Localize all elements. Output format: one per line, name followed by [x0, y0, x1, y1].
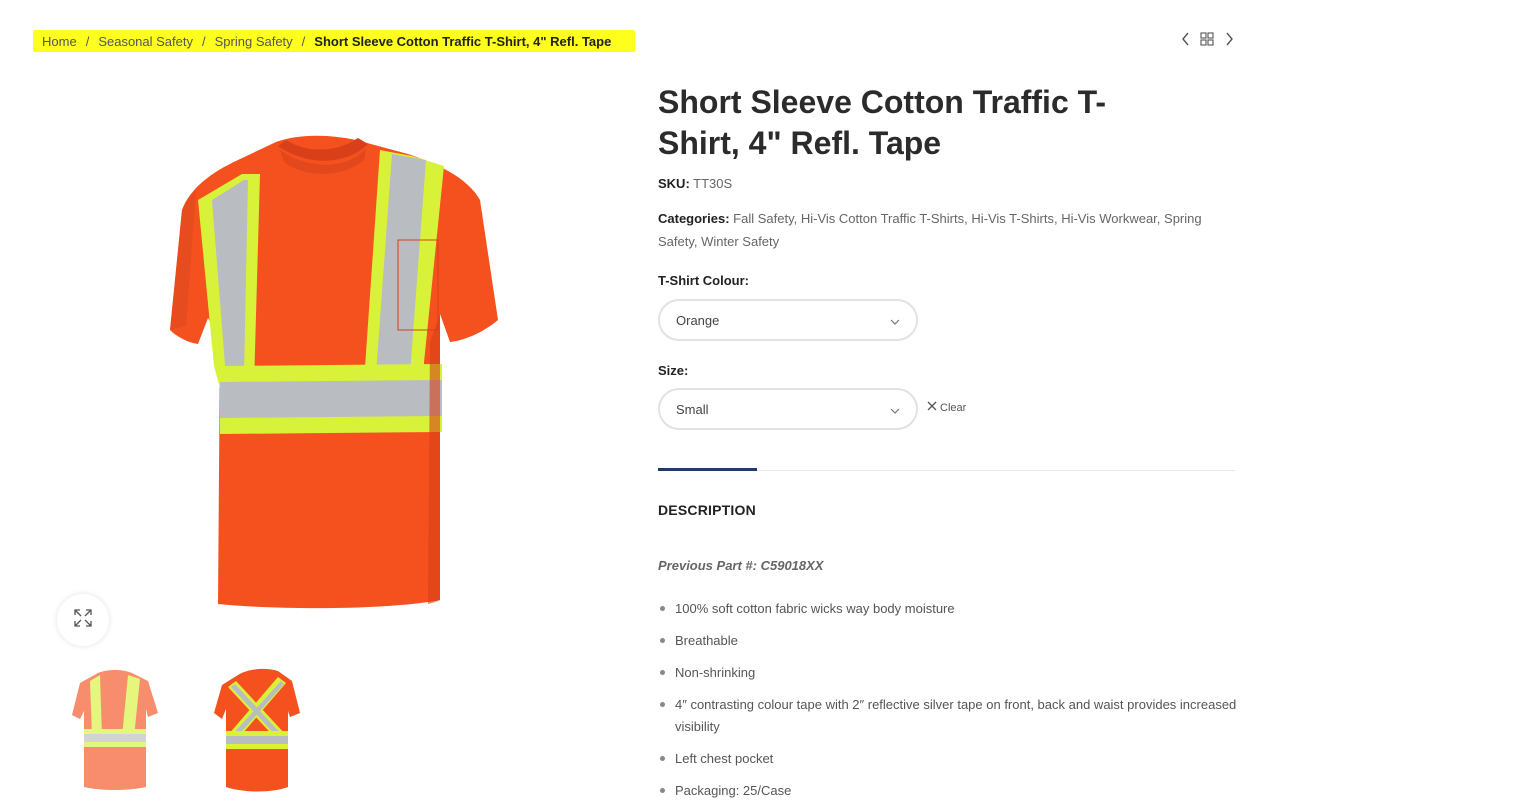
- list-item: Left chest pocket: [658, 748, 1238, 770]
- colour-label-text: T-Shirt Colour: [658, 273, 745, 288]
- list-item: 100% soft cotton fabric wicks way body m…: [658, 598, 1238, 620]
- thumbnail-back[interactable]: [212, 665, 302, 795]
- breadcrumb-current: Short Sleeve Cotton Traffic T-Shirt, 4" …: [314, 33, 612, 49]
- chevron-down-icon: [890, 313, 900, 328]
- expand-image-button[interactable]: [57, 594, 109, 646]
- thumbnail-front[interactable]: [70, 665, 160, 795]
- breadcrumb-separator: /: [301, 33, 306, 49]
- size-select[interactable]: Small: [658, 388, 918, 430]
- product-main-image[interactable]: [168, 130, 503, 610]
- breadcrumb-seasonal-safety[interactable]: Seasonal Safety: [98, 34, 193, 49]
- category-link[interactable]: Winter Safety: [701, 234, 779, 249]
- chevron-left-icon[interactable]: [1178, 30, 1192, 48]
- tab-active-indicator: [658, 468, 757, 471]
- list-item: Non-shrinking: [658, 662, 1238, 684]
- colour-select[interactable]: Orange: [658, 299, 918, 341]
- product-title: Short Sleeve Cotton Traffic T-Shirt, 4" …: [658, 84, 1107, 161]
- sku-value: TT30S: [693, 176, 733, 191]
- breadcrumb-separator: /: [202, 33, 206, 49]
- category-link[interactable]: Hi-Vis Workwear: [1061, 211, 1157, 226]
- clear-selection-button[interactable]: Clear: [927, 401, 966, 414]
- list-item: Breathable: [658, 630, 1238, 652]
- breadcrumb-separator: /: [85, 33, 90, 49]
- tab-description[interactable]: DESCRIPTION: [658, 502, 756, 518]
- clear-label: Clear: [940, 401, 967, 414]
- expand-icon: [74, 608, 92, 632]
- category-link[interactable]: Hi-Vis Cotton Traffic T-Shirts: [801, 211, 964, 226]
- chevron-right-icon[interactable]: [1222, 30, 1236, 48]
- size-select-value: Small: [676, 401, 709, 417]
- breadcrumb-home[interactable]: Home: [42, 34, 77, 49]
- categories: Categories: Fall Safety, Hi-Vis Cotton T…: [658, 211, 1202, 249]
- previous-part-number: Previous Part #: C59018XX: [658, 558, 824, 573]
- category-link[interactable]: Hi-Vis T-Shirts: [971, 211, 1054, 226]
- colour-label: T-Shirt Colour:: [658, 273, 750, 288]
- size-label-text: Size: [658, 363, 685, 378]
- categories-label: Categories:: [658, 211, 730, 226]
- sku: SKU: TT30S: [658, 176, 732, 191]
- category-link[interactable]: Fall Safety: [733, 211, 793, 226]
- list-item: 4″ contrasting colour tape with 2″ refle…: [658, 694, 1238, 738]
- grid-icon[interactable]: [1200, 30, 1214, 48]
- breadcrumb-spring-safety[interactable]: Spring Safety: [215, 34, 293, 49]
- list-item: Packaging: 25/Case: [658, 780, 1238, 802]
- sku-label: SKU:: [658, 176, 690, 191]
- feature-list: 100% soft cotton fabric wicks way body m…: [658, 598, 1238, 812]
- product-navigation: [1178, 30, 1236, 48]
- chevron-down-icon: [890, 402, 900, 417]
- breadcrumb: Home / Seasonal Safety / Spring Safety /…: [33, 30, 635, 52]
- close-icon: [927, 401, 937, 414]
- colour-select-value: Orange: [676, 312, 720, 328]
- size-label: Size:: [658, 363, 689, 378]
